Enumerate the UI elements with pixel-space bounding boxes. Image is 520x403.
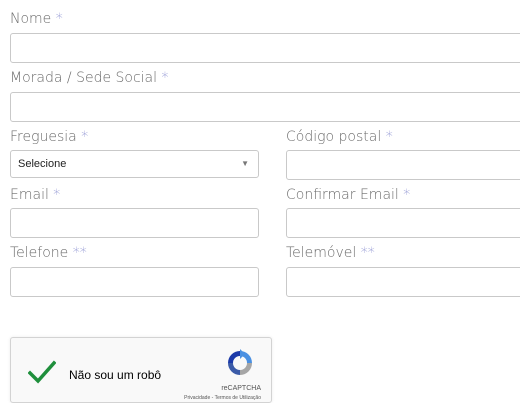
nome-input[interactable]	[10, 33, 520, 63]
email-label-text: Email	[10, 187, 49, 203]
freguesia-selected-value: Selecione	[18, 158, 67, 170]
required-mark: *	[161, 70, 169, 86]
recaptcha-label: Não sou um robô	[69, 368, 162, 382]
confirmar-email-label: Confirmar Email *	[286, 187, 410, 203]
morada-label-text: Morada / Sede Social	[10, 70, 158, 86]
telefone-label: Telefone **	[10, 245, 87, 261]
recaptcha-brand: reCAPTCHA	[221, 385, 261, 392]
morada-label: Morada / Sede Social *	[10, 70, 168, 86]
email-label: Email *	[10, 187, 60, 203]
recaptcha-logo-icon	[225, 348, 255, 383]
confirmar-email-label-text: Confirmar Email	[286, 187, 399, 203]
codigo-postal-input[interactable]	[286, 150, 520, 180]
recaptcha-links[interactable]: Privacidade - Termos de Utilização	[184, 395, 261, 401]
confirmar-email-input[interactable]	[286, 208, 520, 238]
telemovel-label-text: Telemóvel	[286, 245, 357, 261]
telemovel-label: Telemóvel **	[286, 245, 375, 261]
telefone-label-text: Telefone	[10, 245, 69, 261]
required-mark: *	[81, 129, 89, 145]
required-mark: *	[55, 11, 63, 27]
double-required-mark: **	[72, 245, 87, 261]
email-input[interactable]	[10, 208, 259, 238]
freguesia-label: Freguesia *	[10, 129, 88, 145]
freguesia-select[interactable]: Selecione ▼	[10, 150, 259, 178]
telefone-input[interactable]	[10, 267, 259, 297]
codigo-postal-label-text: Código postal	[286, 129, 382, 145]
morada-input[interactable]	[10, 92, 520, 122]
double-required-mark: **	[360, 245, 375, 261]
required-mark: *	[53, 187, 61, 203]
required-mark: *	[403, 187, 411, 203]
chevron-down-icon: ▼	[241, 159, 249, 168]
required-mark: *	[385, 129, 393, 145]
telemovel-input[interactable]	[286, 267, 520, 297]
freguesia-label-text: Freguesia	[10, 129, 77, 145]
checkbox-checked-icon[interactable]	[27, 360, 57, 389]
nome-label-text: Nome	[10, 11, 52, 27]
recaptcha-widget: Não sou um robô reCAPTCHA Privacidade - …	[10, 337, 272, 403]
codigo-postal-label: Código postal *	[286, 129, 393, 145]
nome-label: Nome *	[10, 11, 63, 27]
